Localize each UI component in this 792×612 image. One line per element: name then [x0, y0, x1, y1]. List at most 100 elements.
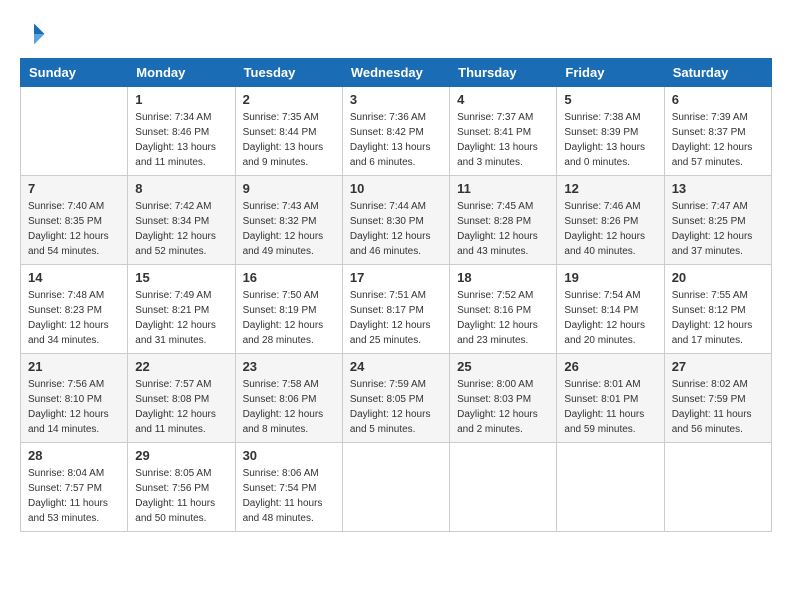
calendar-cell: 17 Sunrise: 7:51 AMSunset: 8:17 PMDayligh…	[342, 265, 449, 354]
header-tuesday: Tuesday	[235, 59, 342, 87]
cell-info: Sunrise: 8:02 AMSunset: 7:59 PMDaylight:…	[672, 377, 764, 437]
cell-info: Sunrise: 8:01 AMSunset: 8:01 PMDaylight:…	[564, 377, 656, 437]
calendar-cell: 23 Sunrise: 7:58 AMSunset: 8:06 PMDayligh…	[235, 354, 342, 443]
cell-info: Sunrise: 7:38 AMSunset: 8:39 PMDaylight:…	[564, 110, 656, 170]
calendar-cell: 8 Sunrise: 7:42 AMSunset: 8:34 PMDaylight…	[128, 176, 235, 265]
day-number: 24	[350, 359, 442, 374]
calendar-week-5: 28 Sunrise: 8:04 AMSunset: 7:57 PMDayligh…	[21, 443, 772, 532]
cell-info: Sunrise: 7:34 AMSunset: 8:46 PMDaylight:…	[135, 110, 227, 170]
cell-info: Sunrise: 8:06 AMSunset: 7:54 PMDaylight:…	[243, 466, 335, 526]
day-number: 25	[457, 359, 549, 374]
calendar-cell: 11 Sunrise: 7:45 AMSunset: 8:28 PMDayligh…	[450, 176, 557, 265]
calendar-cell	[21, 87, 128, 176]
calendar-header-row: SundayMondayTuesdayWednesdayThursdayFrid…	[21, 59, 772, 87]
cell-info: Sunrise: 7:37 AMSunset: 8:41 PMDaylight:…	[457, 110, 549, 170]
day-number: 11	[457, 181, 549, 196]
day-number: 10	[350, 181, 442, 196]
day-number: 29	[135, 448, 227, 463]
calendar-cell	[557, 443, 664, 532]
calendar-cell	[450, 443, 557, 532]
calendar-cell: 5 Sunrise: 7:38 AMSunset: 8:39 PMDaylight…	[557, 87, 664, 176]
day-number: 21	[28, 359, 120, 374]
header-saturday: Saturday	[664, 59, 771, 87]
cell-info: Sunrise: 7:40 AMSunset: 8:35 PMDaylight:…	[28, 199, 120, 259]
day-number: 19	[564, 270, 656, 285]
cell-info: Sunrise: 7:46 AMSunset: 8:26 PMDaylight:…	[564, 199, 656, 259]
calendar-cell: 30 Sunrise: 8:06 AMSunset: 7:54 PMDayligh…	[235, 443, 342, 532]
cell-info: Sunrise: 8:00 AMSunset: 8:03 PMDaylight:…	[457, 377, 549, 437]
cell-info: Sunrise: 7:54 AMSunset: 8:14 PMDaylight:…	[564, 288, 656, 348]
cell-info: Sunrise: 7:43 AMSunset: 8:32 PMDaylight:…	[243, 199, 335, 259]
cell-info: Sunrise: 7:52 AMSunset: 8:16 PMDaylight:…	[457, 288, 549, 348]
day-number: 12	[564, 181, 656, 196]
calendar-cell: 6 Sunrise: 7:39 AMSunset: 8:37 PMDaylight…	[664, 87, 771, 176]
cell-info: Sunrise: 7:42 AMSunset: 8:34 PMDaylight:…	[135, 199, 227, 259]
page-header	[20, 20, 772, 48]
calendar-cell: 3 Sunrise: 7:36 AMSunset: 8:42 PMDaylight…	[342, 87, 449, 176]
calendar-cell: 28 Sunrise: 8:04 AMSunset: 7:57 PMDayligh…	[21, 443, 128, 532]
cell-info: Sunrise: 7:59 AMSunset: 8:05 PMDaylight:…	[350, 377, 442, 437]
cell-info: Sunrise: 7:58 AMSunset: 8:06 PMDaylight:…	[243, 377, 335, 437]
cell-info: Sunrise: 8:05 AMSunset: 7:56 PMDaylight:…	[135, 466, 227, 526]
cell-info: Sunrise: 7:45 AMSunset: 8:28 PMDaylight:…	[457, 199, 549, 259]
day-number: 27	[672, 359, 764, 374]
calendar-cell: 26 Sunrise: 8:01 AMSunset: 8:01 PMDayligh…	[557, 354, 664, 443]
calendar-cell: 14 Sunrise: 7:48 AMSunset: 8:23 PMDayligh…	[21, 265, 128, 354]
calendar-table: SundayMondayTuesdayWednesdayThursdayFrid…	[20, 58, 772, 532]
day-number: 30	[243, 448, 335, 463]
day-number: 16	[243, 270, 335, 285]
day-number: 18	[457, 270, 549, 285]
calendar-week-4: 21 Sunrise: 7:56 AMSunset: 8:10 PMDayligh…	[21, 354, 772, 443]
calendar-cell: 22 Sunrise: 7:57 AMSunset: 8:08 PMDayligh…	[128, 354, 235, 443]
cell-info: Sunrise: 7:55 AMSunset: 8:12 PMDaylight:…	[672, 288, 764, 348]
cell-info: Sunrise: 7:48 AMSunset: 8:23 PMDaylight:…	[28, 288, 120, 348]
day-number: 17	[350, 270, 442, 285]
calendar-cell: 10 Sunrise: 7:44 AMSunset: 8:30 PMDayligh…	[342, 176, 449, 265]
cell-info: Sunrise: 7:49 AMSunset: 8:21 PMDaylight:…	[135, 288, 227, 348]
calendar-cell: 29 Sunrise: 8:05 AMSunset: 7:56 PMDayligh…	[128, 443, 235, 532]
cell-info: Sunrise: 7:47 AMSunset: 8:25 PMDaylight:…	[672, 199, 764, 259]
calendar-cell: 1 Sunrise: 7:34 AMSunset: 8:46 PMDaylight…	[128, 87, 235, 176]
calendar-cell: 25 Sunrise: 8:00 AMSunset: 8:03 PMDayligh…	[450, 354, 557, 443]
cell-info: Sunrise: 7:56 AMSunset: 8:10 PMDaylight:…	[28, 377, 120, 437]
calendar-cell: 2Sunrise: 7:35 AMSunset: 8:44 PMDaylight…	[235, 87, 342, 176]
day-number: 13	[672, 181, 764, 196]
cell-info: Sunrise: 7:39 AMSunset: 8:37 PMDaylight:…	[672, 110, 764, 170]
header-wednesday: Wednesday	[342, 59, 449, 87]
header-thursday: Thursday	[450, 59, 557, 87]
cell-info: Sunrise: 8:04 AMSunset: 7:57 PMDaylight:…	[28, 466, 120, 526]
logo-icon	[20, 20, 48, 48]
day-number: 4	[457, 92, 549, 107]
calendar-cell: 20 Sunrise: 7:55 AMSunset: 8:12 PMDayligh…	[664, 265, 771, 354]
cell-info: Sunrise: 7:44 AMSunset: 8:30 PMDaylight:…	[350, 199, 442, 259]
day-number: 28	[28, 448, 120, 463]
calendar-cell: 21 Sunrise: 7:56 AMSunset: 8:10 PMDayligh…	[21, 354, 128, 443]
calendar-cell: 19 Sunrise: 7:54 AMSunset: 8:14 PMDayligh…	[557, 265, 664, 354]
day-number: 20	[672, 270, 764, 285]
cell-info: Sunrise: 7:57 AMSunset: 8:08 PMDaylight:…	[135, 377, 227, 437]
calendar-cell: 15 Sunrise: 7:49 AMSunset: 8:21 PMDayligh…	[128, 265, 235, 354]
day-number: 9	[243, 181, 335, 196]
calendar-cell: 9 Sunrise: 7:43 AMSunset: 8:32 PMDaylight…	[235, 176, 342, 265]
cell-info: Sunrise: 7:51 AMSunset: 8:17 PMDaylight:…	[350, 288, 442, 348]
header-friday: Friday	[557, 59, 664, 87]
day-number: 26	[564, 359, 656, 374]
day-number: 5	[564, 92, 656, 107]
calendar-cell	[342, 443, 449, 532]
day-number: 15	[135, 270, 227, 285]
day-number: 1	[135, 92, 227, 107]
calendar-cell	[664, 443, 771, 532]
calendar-week-3: 14 Sunrise: 7:48 AMSunset: 8:23 PMDayligh…	[21, 265, 772, 354]
day-number: 7	[28, 181, 120, 196]
day-number: 23	[243, 359, 335, 374]
day-number: 8	[135, 181, 227, 196]
header-monday: Monday	[128, 59, 235, 87]
day-number: 6	[672, 92, 764, 107]
calendar-cell: 7 Sunrise: 7:40 AMSunset: 8:35 PMDaylight…	[21, 176, 128, 265]
day-number: 3	[350, 92, 442, 107]
calendar-cell: 4 Sunrise: 7:37 AMSunset: 8:41 PMDaylight…	[450, 87, 557, 176]
day-number: 22	[135, 359, 227, 374]
day-number: 14	[28, 270, 120, 285]
header-sunday: Sunday	[21, 59, 128, 87]
cell-info: Sunrise: 7:36 AMSunset: 8:42 PMDaylight:…	[350, 110, 442, 170]
